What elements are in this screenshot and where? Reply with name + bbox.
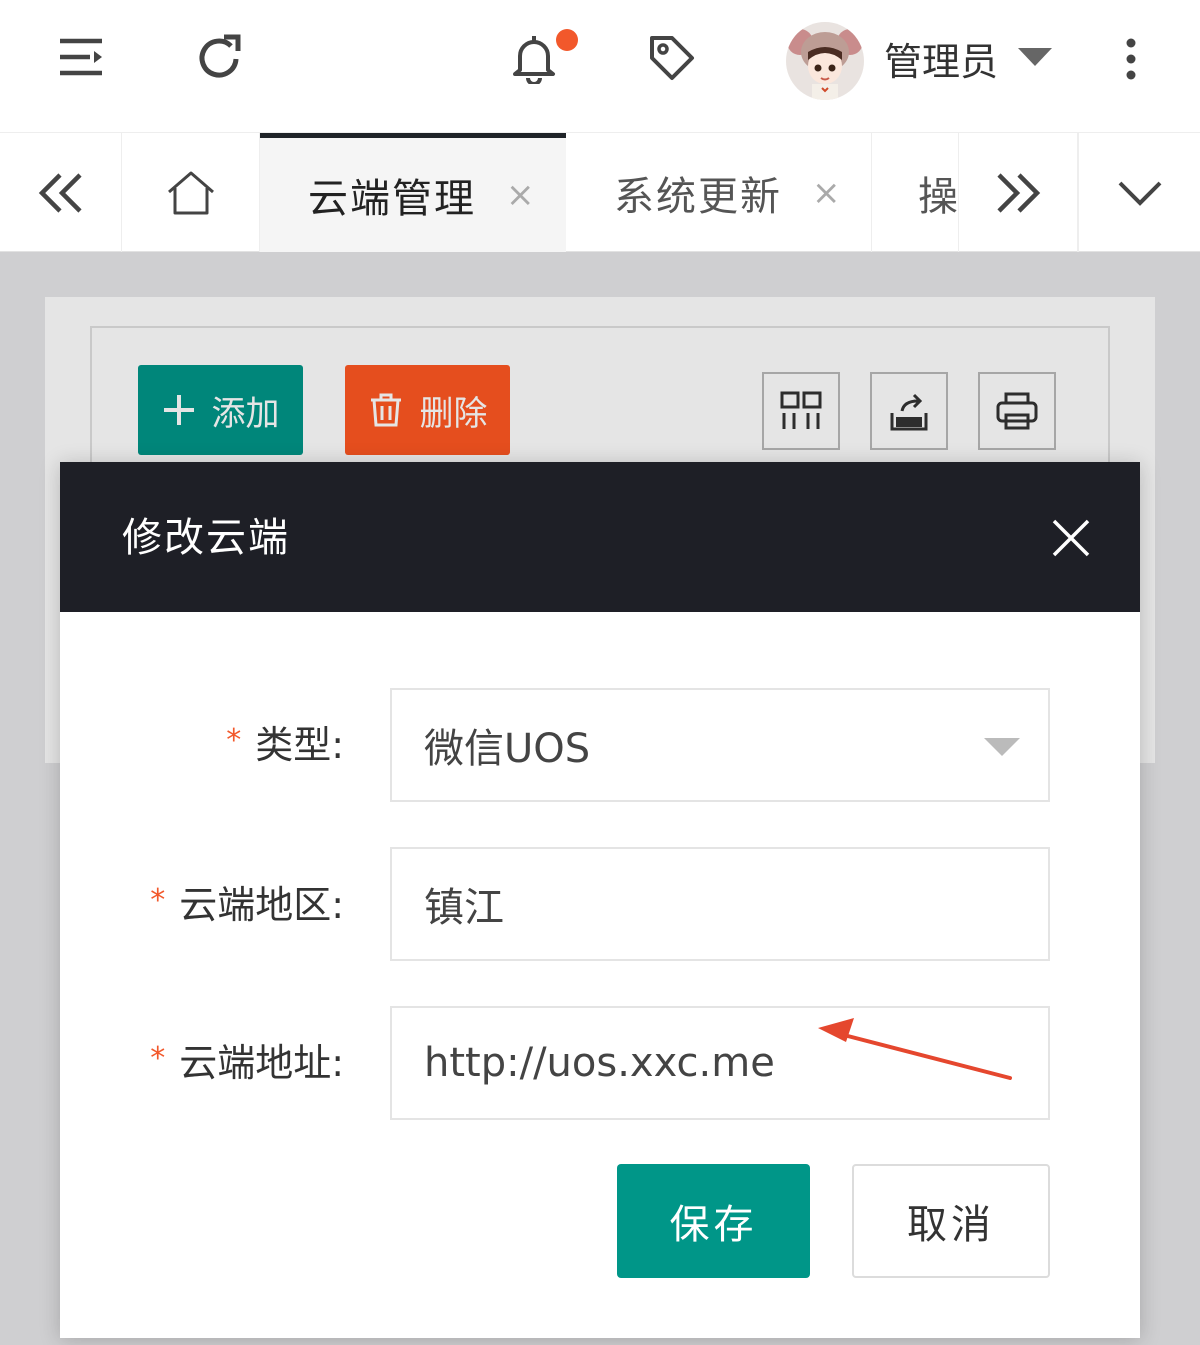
tab-close-icon[interactable]: ×	[506, 175, 535, 215]
edit-cloud-dialog: 修改云端 * 类型: 微信UOS * 云端地区: 镇江 * 云端地址: http://…	[60, 462, 1140, 1338]
tab-close-icon[interactable]: ×	[812, 173, 841, 213]
tab-label: 系统更新	[614, 173, 782, 220]
home-tab[interactable]	[122, 133, 260, 252]
tab-label: 操	[918, 173, 960, 220]
required-mark: *	[150, 1041, 166, 1076]
avatar[interactable]	[786, 22, 864, 100]
top-header: 管理员	[0, 0, 1200, 132]
tab-system-update[interactable]: 系统更新 ×	[566, 133, 872, 252]
tab-label: 云端管理	[308, 176, 476, 222]
user-name[interactable]: 管理员	[884, 36, 998, 88]
more-vertical-icon[interactable]	[1116, 34, 1146, 84]
type-select[interactable]: 微信UOS	[390, 688, 1050, 802]
select-caret-icon	[984, 738, 1020, 756]
chevron-down-icon	[1118, 181, 1161, 206]
menu-collapse-icon[interactable]	[56, 34, 106, 80]
cancel-button[interactable]: 取消	[852, 1164, 1050, 1278]
required-mark: *	[226, 723, 242, 758]
region-label-text: 云端地区:	[179, 883, 344, 927]
tag-icon[interactable]	[644, 30, 700, 86]
annotation-arrow-icon	[818, 1018, 1012, 1080]
tab-scroll-left-button[interactable]	[0, 133, 122, 252]
region-label: * 云端地区:	[150, 880, 344, 930]
double-chevron-left-icon	[38, 172, 82, 213]
refresh-icon[interactable]	[194, 30, 244, 84]
required-mark: *	[150, 883, 166, 918]
type-label-text: 类型:	[255, 723, 344, 767]
notification-badge	[556, 29, 578, 51]
tab-dropdown-button[interactable]	[1078, 133, 1200, 252]
type-select-value: 微信UOS	[424, 726, 591, 772]
tab-scroll-right-button[interactable]	[958, 133, 1078, 252]
double-chevron-right-icon	[997, 172, 1041, 213]
region-input[interactable]: 镇江	[390, 847, 1050, 961]
address-label-text: 云端地址:	[179, 1041, 344, 1085]
address-label: * 云端地址:	[150, 1038, 344, 1088]
type-label: * 类型:	[226, 720, 344, 770]
close-icon[interactable]	[1050, 517, 1092, 559]
dialog-title: 修改云端	[122, 515, 290, 561]
bell-icon[interactable]	[508, 30, 560, 86]
dialog-header: 修改云端	[60, 462, 1140, 612]
tab-operation-partial[interactable]: 操	[872, 133, 960, 252]
home-icon	[167, 171, 214, 214]
tab-bar: 云端管理 × 系统更新 × 操	[0, 132, 1200, 252]
address-input-value: http://uos.xxc.me	[424, 1040, 775, 1086]
region-input-value: 镇江	[424, 885, 504, 931]
user-menu-caret-icon[interactable]	[1018, 48, 1052, 66]
save-button[interactable]: 保存	[617, 1164, 810, 1278]
tab-cloud-management[interactable]: 云端管理 ×	[260, 133, 566, 252]
